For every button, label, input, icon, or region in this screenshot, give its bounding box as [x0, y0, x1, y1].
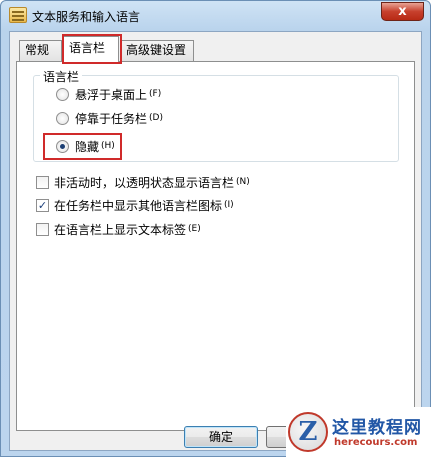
- dialog-window: 文本服务和输入语言 x 常规 语言栏 高级键设置 语言栏 悬浮于桌面上 (F) …: [0, 0, 431, 457]
- radio-hidden[interactable]: 隐藏 (H): [56, 137, 115, 155]
- checkbox-label: 非活动时，以透明状态显示语言栏: [54, 175, 235, 190]
- window-title: 文本服务和输入语言: [32, 10, 141, 24]
- watermark-logo-icon: Z: [288, 412, 328, 452]
- tab-label: 高级键设置: [126, 43, 187, 57]
- watermark-logo-letter: Z: [298, 417, 318, 447]
- checkbox-shortcut: (N): [236, 177, 250, 187]
- close-button[interactable]: x: [381, 2, 424, 21]
- tab-label: 语言栏: [69, 41, 106, 55]
- checkbox-label: 在语言栏上显示文本标签: [54, 222, 187, 237]
- tab-panel-language-bar: 语言栏 悬浮于桌面上 (F) 停靠于任务栏 (D) 隐藏 (H) 非活动时，以透…: [16, 61, 415, 431]
- ok-button-label: 确定: [208, 430, 233, 444]
- option-shortcut: (D): [149, 113, 163, 123]
- option-shortcut: (H): [101, 141, 115, 151]
- option-label: 隐藏: [75, 139, 100, 154]
- radio-float-on-desktop[interactable]: 悬浮于桌面上 (F): [56, 85, 161, 103]
- checkbox-icon[interactable]: ✓: [36, 198, 49, 212]
- option-label: 停靠于任务栏: [75, 111, 148, 126]
- tab-label: 常规: [25, 43, 50, 57]
- option-shortcut: (F): [149, 89, 162, 99]
- tab-language-bar[interactable]: 语言栏: [63, 36, 119, 62]
- radio-icon[interactable]: [56, 111, 69, 125]
- checkbox-icon[interactable]: [36, 175, 49, 189]
- app-icon: [9, 7, 27, 23]
- radio-icon[interactable]: [56, 87, 69, 101]
- close-icon: x: [398, 4, 407, 19]
- radio-docked-in-taskbar[interactable]: 停靠于任务栏 (D): [56, 109, 163, 127]
- checkbox-shortcut: (I): [224, 200, 234, 210]
- checkbox-transparent-when-inactive[interactable]: 非活动时，以透明状态显示语言栏 (N): [36, 173, 250, 191]
- checkbox-icon[interactable]: [36, 222, 49, 236]
- watermark-url: herecours.com: [334, 437, 418, 448]
- tab-advanced-key-settings[interactable]: 高级键设置: [120, 40, 194, 61]
- watermark-title: 这里教程网: [332, 418, 422, 438]
- radio-icon[interactable]: [56, 139, 69, 153]
- option-label: 悬浮于桌面上: [75, 87, 148, 102]
- group-legend: 语言栏: [40, 68, 83, 85]
- dialog-client-area: 常规 语言栏 高级键设置 语言栏 悬浮于桌面上 (F) 停靠于任务栏 (D) 隐…: [9, 31, 422, 451]
- title-bar[interactable]: 文本服务和输入语言 x: [1, 1, 430, 31]
- checkbox-shortcut: (E): [188, 224, 201, 234]
- checkbox-show-extra-icons[interactable]: ✓ 在任务栏中显示其他语言栏图标 (I): [36, 196, 234, 214]
- tab-general[interactable]: 常规: [19, 40, 62, 61]
- site-watermark: Z 这里教程网 herecours.com: [286, 407, 431, 457]
- language-bar-group: 语言栏 悬浮于桌面上 (F) 停靠于任务栏 (D) 隐藏 (H): [33, 68, 399, 162]
- checkbox-show-text-labels[interactable]: 在语言栏上显示文本标签 (E): [36, 220, 201, 238]
- checkbox-label: 在任务栏中显示其他语言栏图标: [54, 198, 223, 213]
- ok-button[interactable]: 确定: [184, 426, 258, 448]
